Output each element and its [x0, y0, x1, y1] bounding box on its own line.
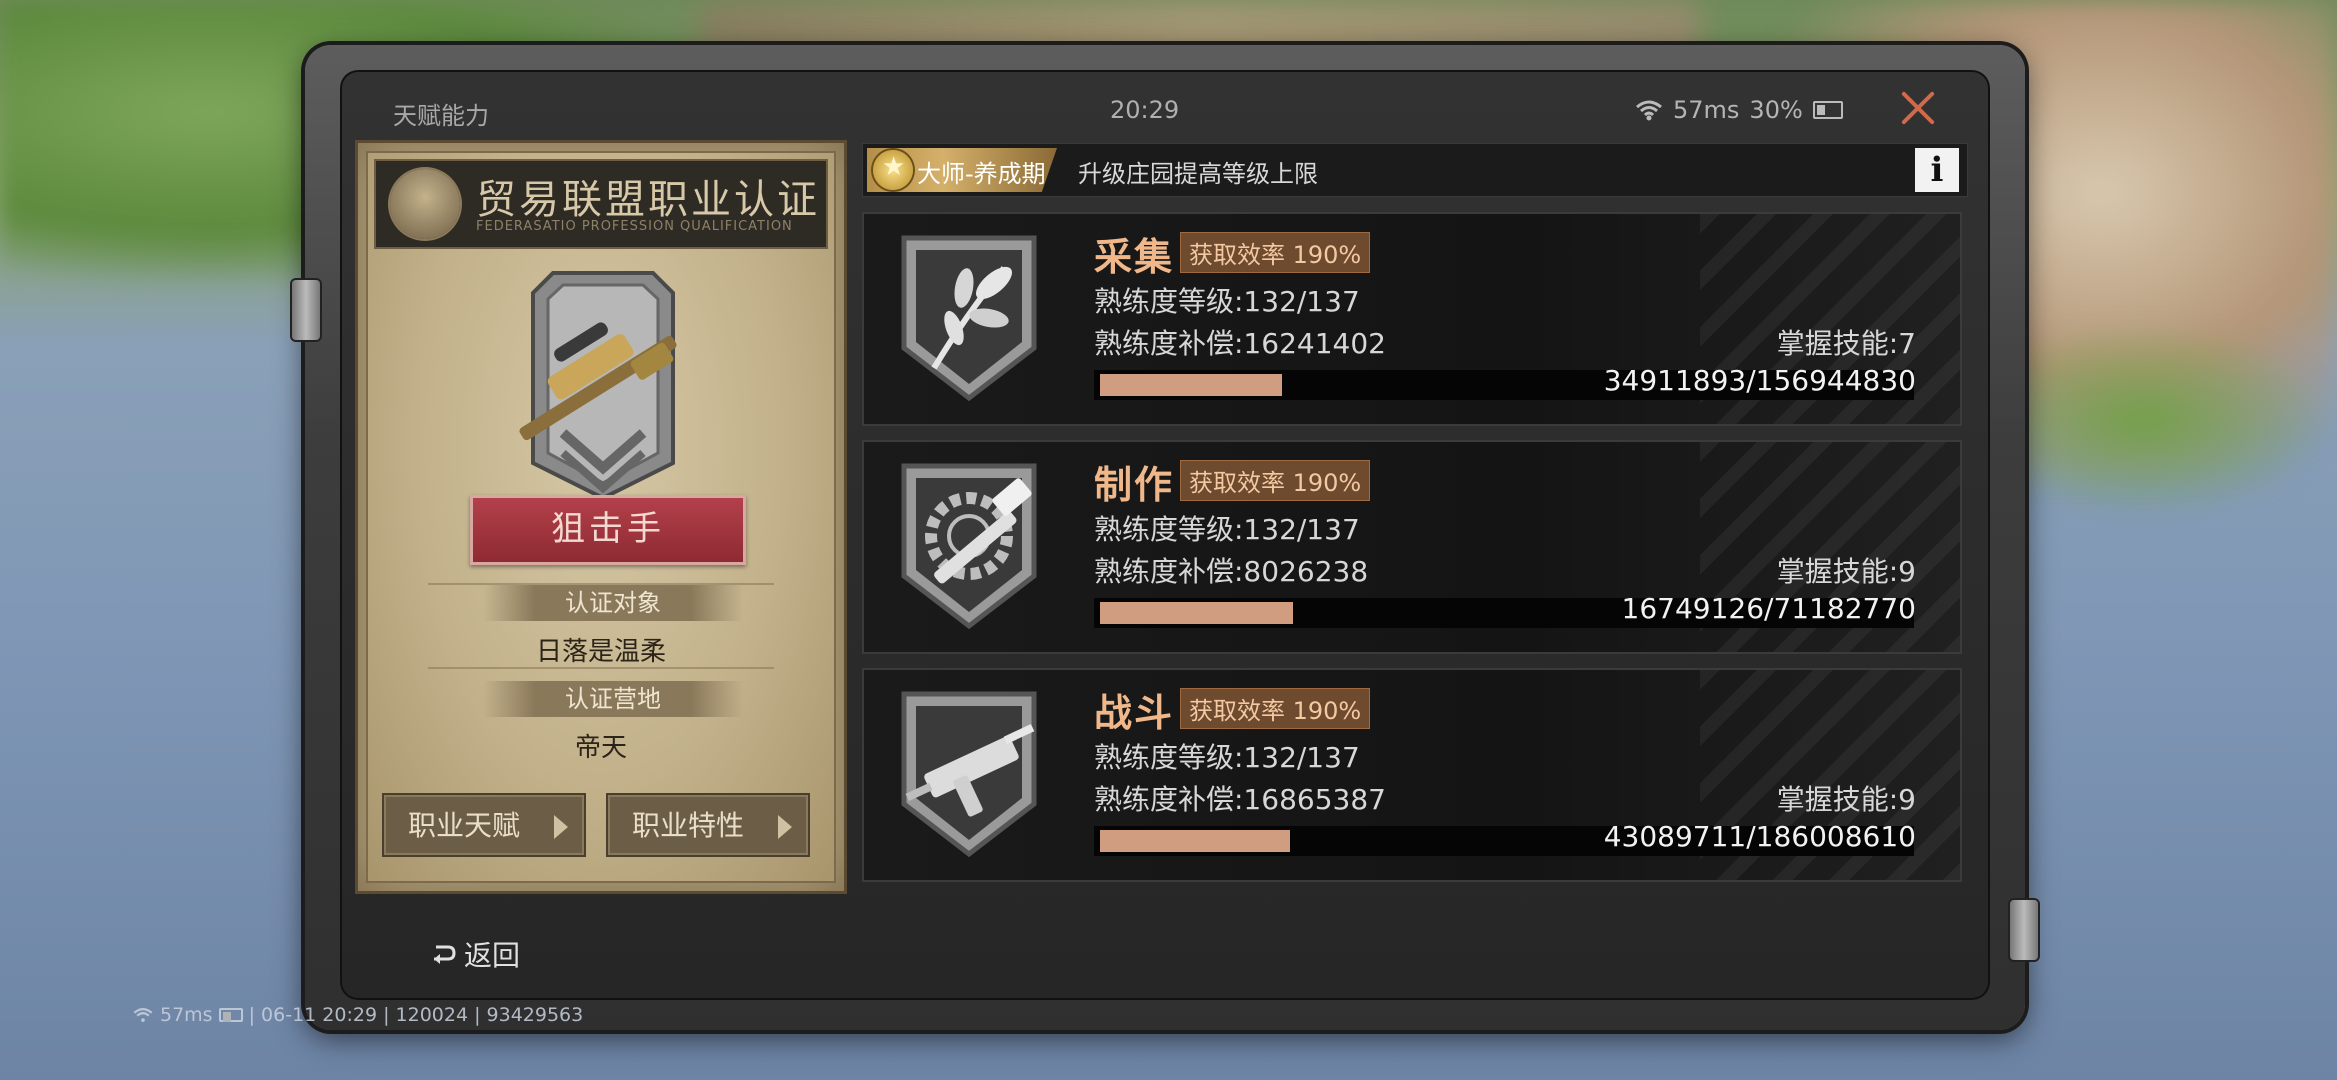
frame-clip-left: [292, 280, 320, 340]
battery-icon: [218, 1008, 243, 1022]
rank-badge: 大师-养成期: [867, 148, 1057, 192]
camp-label: 认证营地: [483, 681, 743, 717]
hammer-gear-icon: [901, 463, 1037, 630]
battery-value: 30%: [1749, 96, 1803, 124]
window-title: 天赋能力: [393, 102, 489, 130]
arrow-right-icon: [778, 815, 792, 839]
mastered-skills: 掌握技能:9: [1776, 783, 1916, 816]
skill-name: 战斗: [1094, 691, 1175, 735]
certificate-paper: 贸易联盟职业认证 FEDERASATIO PROFESSION QUALIFIC…: [366, 151, 836, 883]
proficiency-bonus: 熟练度补偿:16241402: [1094, 327, 1386, 360]
info-button[interactable]: i: [1915, 148, 1959, 192]
target-label: 认证对象: [483, 585, 743, 621]
debug-text: | 06-11 20:29 | 120024 | 93429563: [248, 1004, 584, 1026]
clock: 20:29: [1110, 96, 1180, 124]
proficiency-level: 熟练度等级:132/137: [1094, 513, 1360, 546]
profession-trait-label: 职业特性: [632, 809, 745, 842]
federation-logo-icon: [390, 169, 460, 239]
profession-talent-button[interactable]: 职业天赋: [382, 793, 586, 857]
debug-info: 57ms | 06-11 20:29 | 120024 | 93429563: [132, 1004, 583, 1026]
efficiency-badge: 获取效率 190%: [1180, 688, 1371, 729]
skill-card-crafting[interactable]: 制作 获取效率 190% 熟练度等级:132/137 熟练度补偿:8026238…: [862, 440, 1962, 654]
experience-value: 16749126/71182770: [1621, 592, 1916, 625]
battery-icon: [1812, 101, 1843, 119]
back-label: 返回: [464, 939, 521, 972]
proficiency-bonus: 熟练度补偿:16865387: [1094, 783, 1386, 816]
wifi-icon: [133, 1008, 153, 1022]
skill-card-gathering[interactable]: 采集 获取效率 190% 熟练度等级:132/137 熟练度补偿:1624140…: [862, 212, 1962, 426]
star-icon: [873, 150, 913, 190]
rank-description: 升级庄园提高等级上限: [1078, 160, 1318, 188]
camp-value: 帝天: [574, 733, 627, 763]
progress-fill: [1100, 830, 1291, 852]
progress-fill: [1100, 602, 1293, 624]
proficiency-bonus: 熟练度补偿:8026238: [1094, 555, 1369, 588]
experience-value: 34911893/156944830: [1603, 364, 1916, 397]
return-arrow-icon: [434, 945, 456, 964]
skill-name: 制作: [1094, 463, 1175, 507]
mastered-skills: 掌握技能:9: [1776, 555, 1916, 588]
certificate-panel: 贸易联盟职业认证 FEDERASATIO PROFESSION QUALIFIC…: [358, 143, 844, 891]
efficiency-badge: 获取效率 190%: [1180, 460, 1371, 501]
mastered-skills: 掌握技能:7: [1776, 327, 1916, 360]
status-indicators: 57ms 30%: [1635, 96, 1843, 124]
target-value: 日落是温柔: [535, 637, 666, 667]
proficiency-level: 熟练度等级:132/137: [1094, 741, 1360, 774]
sniper-rifle-icon: [519, 271, 677, 501]
profession-trait-button[interactable]: 职业特性: [606, 793, 810, 857]
rank-label: 大师-养成期: [917, 160, 1046, 188]
certificate-subtitle: FEDERASATIO PROFESSION QUALIFICATION: [476, 219, 793, 234]
experience-value: 43089711/186008610: [1603, 820, 1916, 853]
submachine-gun-icon: [901, 691, 1037, 858]
debug-ping: 57ms: [160, 1004, 213, 1026]
skill-card-combat[interactable]: 战斗 获取效率 190% 熟练度等级:132/137 熟练度补偿:1686538…: [862, 668, 1962, 882]
efficiency-badge: 获取效率 190%: [1180, 232, 1371, 273]
frame-clip-right: [2010, 900, 2038, 960]
back-button[interactable]: 返回: [430, 934, 520, 974]
arrow-right-icon: [554, 815, 568, 839]
class-badge: 狙击手: [470, 495, 746, 565]
wifi-icon: [1636, 100, 1662, 121]
ping-value: 57ms: [1673, 96, 1740, 124]
rank-strip: 大师-养成期 升级庄园提高等级上限 i: [862, 143, 1968, 197]
leaf-icon: [901, 235, 1037, 402]
certificate-header: 贸易联盟职业认证 FEDERASATIO PROFESSION QUALIFIC…: [374, 159, 828, 249]
progress-fill: [1100, 374, 1283, 396]
proficiency-level: 熟练度等级:132/137: [1094, 285, 1360, 318]
certificate-title: 贸易联盟职业认证: [476, 177, 820, 223]
skill-name: 采集: [1094, 235, 1175, 279]
close-button[interactable]: [1898, 88, 1938, 128]
divider: [428, 667, 774, 669]
profession-talent-label: 职业天赋: [408, 809, 521, 842]
